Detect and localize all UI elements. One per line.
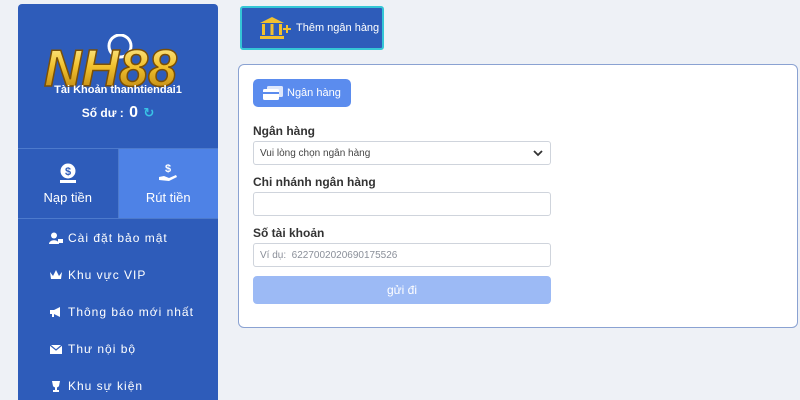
balance-label: Số dư : bbox=[81, 106, 124, 120]
account-number-label: Số tài khoản bbox=[253, 226, 325, 240]
sidebar-item-notifications[interactable]: Thông báo mới nhất bbox=[18, 293, 218, 330]
profile-card: NH88 Tài Khoản thanhtiendai1 Số dư : 0 ↻ bbox=[18, 4, 218, 149]
bank-add-icon bbox=[260, 17, 291, 39]
tab-add-bank[interactable]: Thêm ngân hàng bbox=[240, 6, 384, 50]
sidebar-item-label: Thông báo mới nhất bbox=[68, 304, 194, 319]
withdraw-label: Rút tiền bbox=[145, 190, 191, 205]
tab-bank-label: Ngân hàng bbox=[287, 87, 341, 99]
tab-bank[interactable]: Ngân hàng bbox=[253, 79, 351, 107]
envelope-icon bbox=[48, 343, 64, 355]
sidebar-item-label: Khu vực VIP bbox=[68, 267, 147, 282]
chevron-down-icon bbox=[533, 150, 543, 157]
sidebar-menu: Cài đặt bảo mật Khu vực VIP Thông báo mớ… bbox=[18, 219, 218, 400]
deposit-button[interactable]: $ Nạp tiền bbox=[18, 149, 119, 218]
account-name: Tài Khoản thanhtiendai1 bbox=[54, 84, 182, 96]
balance: Số dư : 0 ↻ bbox=[18, 104, 218, 122]
bank-label: Ngân hàng bbox=[253, 124, 315, 138]
bank-card-icon bbox=[263, 86, 283, 100]
megaphone-icon bbox=[48, 306, 64, 318]
sidebar-item-vip[interactable]: Khu vực VIP bbox=[18, 256, 218, 293]
branch-input[interactable] bbox=[253, 192, 551, 216]
bank-select[interactable]: Vui lòng chọn ngân hàng bbox=[253, 141, 551, 165]
deposit-label: Nạp tiền bbox=[43, 190, 92, 205]
svg-text:$: $ bbox=[65, 166, 71, 178]
branch-label: Chi nhánh ngân hàng bbox=[253, 175, 376, 189]
refresh-icon[interactable]: ↻ bbox=[143, 105, 154, 120]
sidebar-item-label: Khu sự kiện bbox=[68, 378, 144, 393]
withdraw-icon: $ bbox=[159, 163, 178, 181]
trophy-icon bbox=[48, 380, 64, 392]
crown-icon bbox=[48, 269, 64, 281]
tab-add-bank-label: Thêm ngân hàng bbox=[296, 22, 380, 34]
sidebar-item-inbox[interactable]: Thư nội bộ bbox=[18, 330, 218, 367]
bank-form-panel: Ngân hàng Ngân hàng Vui lòng chọn ngân h… bbox=[238, 64, 798, 328]
user-lock-icon bbox=[48, 232, 64, 244]
sidebar-item-label: Thư nội bộ bbox=[68, 341, 137, 356]
sidebar-item-security[interactable]: Cài đặt bảo mật bbox=[18, 219, 218, 256]
svg-text:$: $ bbox=[165, 163, 171, 175]
sidebar-item-events[interactable]: Khu sự kiện bbox=[18, 367, 218, 400]
account-number-input[interactable] bbox=[253, 243, 551, 267]
balance-value: 0 bbox=[129, 104, 139, 121]
submit-button[interactable]: gửi đi bbox=[253, 276, 551, 304]
bank-select-value: Vui lòng chọn ngân hàng bbox=[260, 147, 371, 159]
deposit-icon: $ bbox=[59, 163, 76, 183]
sidebar-item-label: Cài đặt bảo mật bbox=[68, 230, 168, 245]
sidebar: NH88 Tài Khoản thanhtiendai1 Số dư : 0 ↻… bbox=[18, 4, 218, 400]
withdraw-button[interactable]: $ Rút tiền bbox=[118, 149, 218, 218]
